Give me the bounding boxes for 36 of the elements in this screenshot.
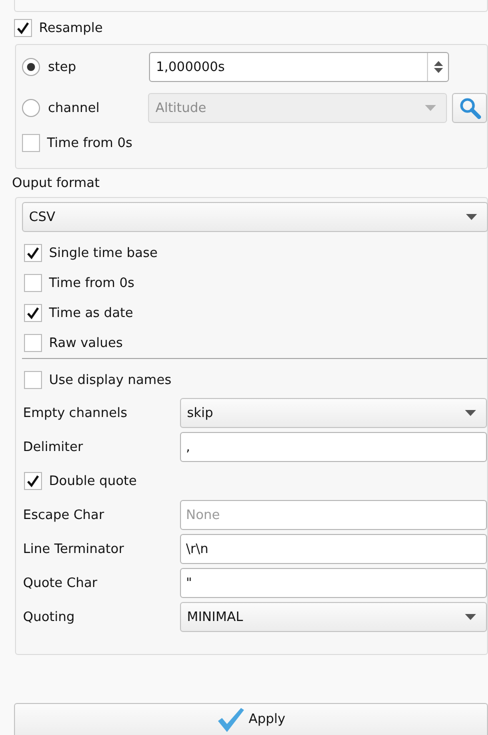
checkmark-icon	[26, 306, 40, 320]
field-label: Delimiter	[22, 440, 84, 454]
field-label: Quote Char	[22, 576, 98, 590]
checkbox[interactable]: Double quote	[24, 472, 137, 490]
caret-icon	[465, 410, 476, 416]
dropdown[interactable]: skip	[180, 398, 487, 428]
checkmark-icon	[216, 706, 245, 732]
format-dropdown[interactable]: CSV	[22, 202, 488, 232]
field-label: Quoting	[22, 610, 76, 624]
checkbox[interactable]: Raw values	[24, 334, 123, 352]
dropdown[interactable]: MINIMAL	[180, 602, 487, 632]
caret-icon	[466, 214, 477, 220]
input-field[interactable]: "	[180, 568, 487, 598]
checkbox[interactable]: Use display names	[24, 371, 172, 389]
checkbox[interactable]: Time from 0s	[22, 134, 132, 152]
field-label: Empty channels	[22, 406, 128, 420]
checkmark-icon	[16, 21, 30, 35]
checkmark-icon	[26, 246, 40, 260]
input-field[interactable]: None	[180, 500, 487, 530]
caret-icon	[425, 105, 436, 111]
checkbox[interactable]: Single time base	[24, 244, 158, 262]
field-label: Escape Char	[22, 508, 106, 522]
resample-checkbox[interactable]: Resample	[14, 19, 103, 37]
input-field[interactable]: ,	[180, 432, 487, 462]
checkmark-icon	[26, 474, 40, 488]
section-title: Ouput format	[12, 176, 100, 192]
field-label: Line Terminator	[22, 542, 125, 556]
checkbox[interactable]: Time as date	[24, 304, 134, 322]
radio-button[interactable]: step	[22, 58, 149, 76]
search-icon	[458, 97, 481, 119]
checkbox[interactable]: Time from 0s	[24, 274, 134, 292]
caret-icon	[465, 614, 476, 620]
apply-button[interactable]: Apply	[14, 703, 488, 735]
input-field[interactable]: \r\n	[180, 534, 487, 564]
search-button[interactable]	[452, 93, 488, 123]
spin-arrows-icon	[434, 61, 442, 73]
